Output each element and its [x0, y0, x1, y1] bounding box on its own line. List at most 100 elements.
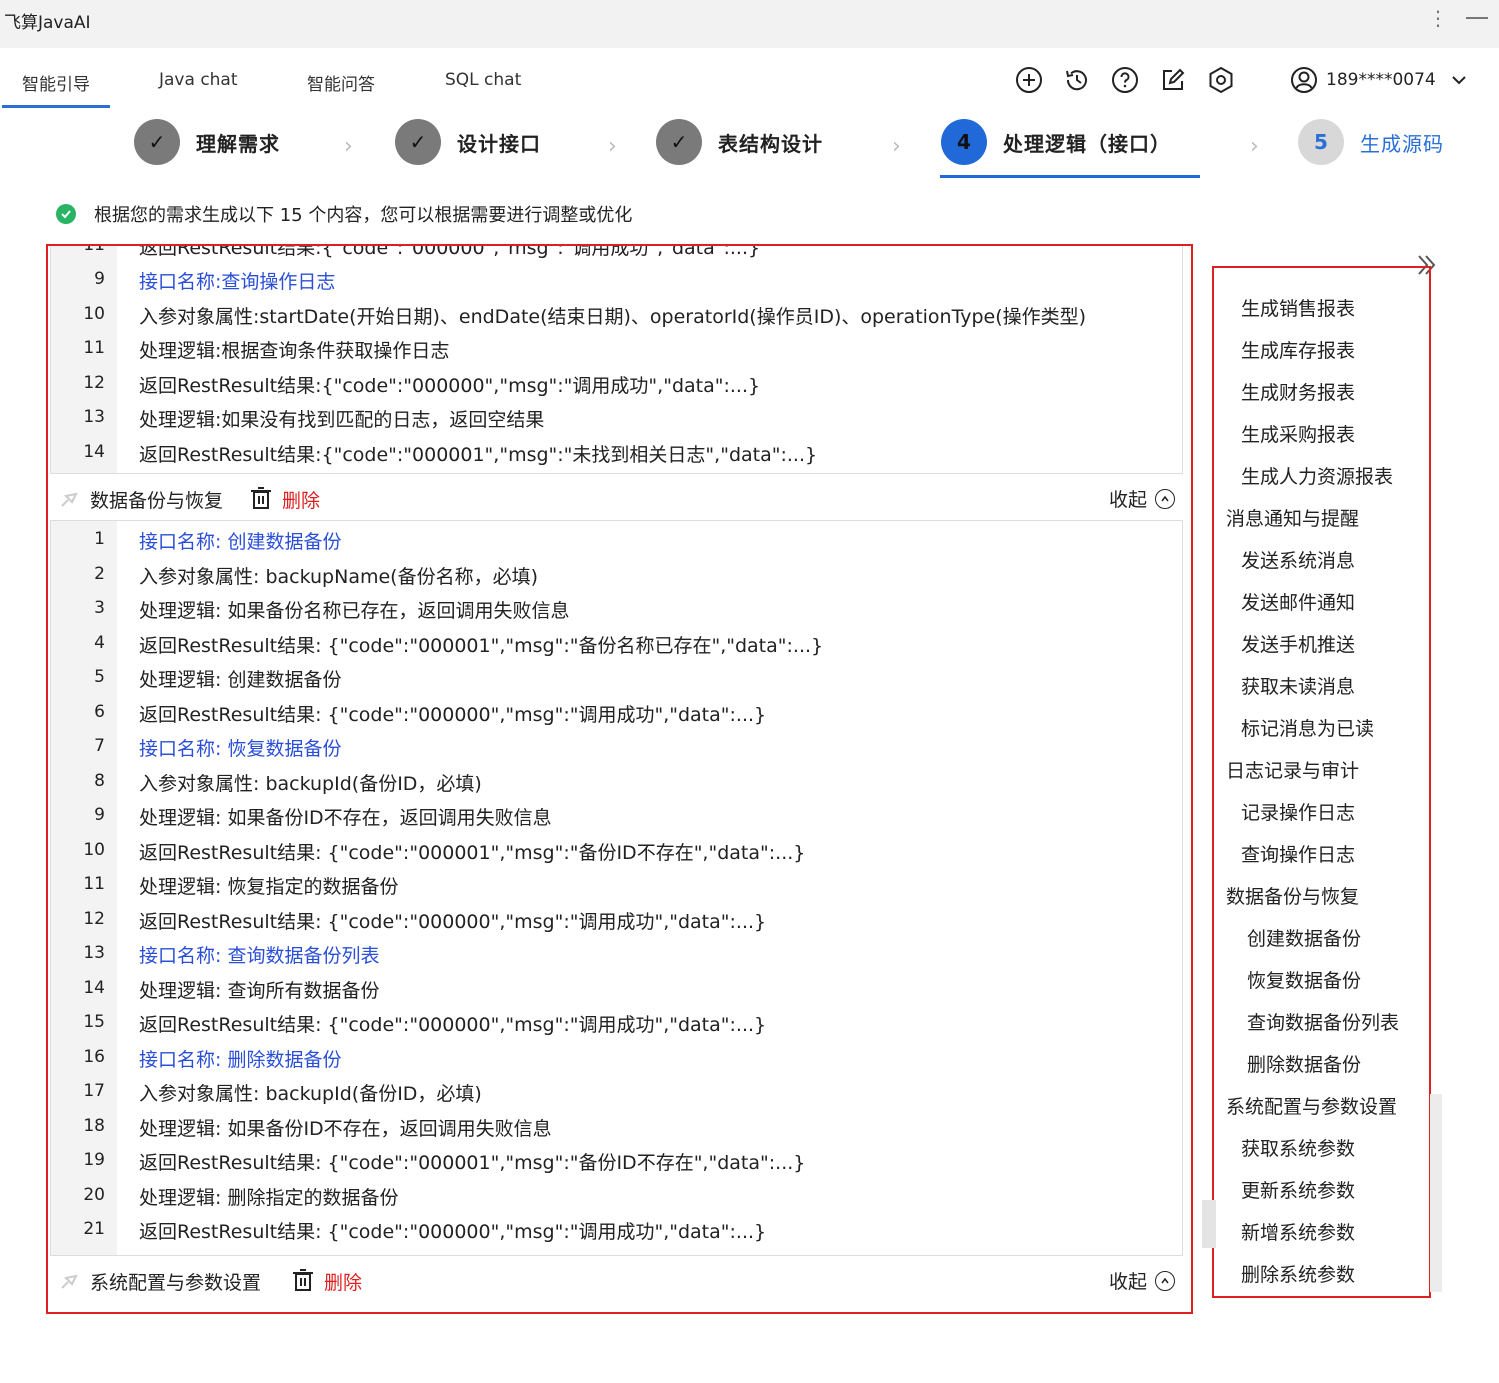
code-line[interactable]: 12 返回RestResult结果: {"code":"000000","msg"…: [51, 903, 1182, 937]
outline-item[interactable]: 发送邮件通知: [1241, 588, 1355, 615]
code-line[interactable]: 9 接口名称:查询操作日志: [51, 263, 1182, 297]
history-icon[interactable]: [1063, 66, 1091, 94]
code-line[interactable]: 5 处理逻辑: 创建数据备份: [51, 661, 1182, 695]
step-generate-source[interactable]: 5 生成源码: [1298, 118, 1444, 166]
outline-item[interactable]: 获取系统参数: [1241, 1134, 1355, 1161]
code-line-text: 接口名称: 创建数据备份: [139, 531, 342, 553]
code-line[interactable]: 3 处理逻辑: 如果备份名称已存在，返回调用失败信息: [51, 592, 1182, 626]
outline-item[interactable]: 标记消息为已读: [1241, 714, 1374, 741]
code-line[interactable]: 7 接口名称: 恢复数据备份: [51, 730, 1182, 764]
outline-group[interactable]: 系统配置与参数设置: [1226, 1092, 1397, 1119]
code-line[interactable]: 10 入参对象属性:startDate(开始日期)、endDate(结束日期)、o…: [51, 298, 1182, 332]
outline-item[interactable]: 生成销售报表: [1241, 294, 1355, 321]
pin-icon[interactable]: [58, 1270, 80, 1290]
user-menu[interactable]: 189****0074: [1290, 66, 1468, 94]
code-line[interactable]: 12 返回RestResult结果:{"code":"000000","msg":…: [51, 367, 1182, 401]
active-step-indicator: [940, 175, 1200, 178]
step-understand-requirements[interactable]: ✓ 理解需求: [134, 118, 280, 166]
chevron-down-icon[interactable]: [1450, 71, 1468, 89]
step-process-logic[interactable]: 4 处理逻辑（接口）: [941, 118, 1171, 166]
outline-item[interactable]: 查询操作日志: [1241, 840, 1355, 867]
collapse-button[interactable]: 收起: [1109, 485, 1175, 512]
outline-item[interactable]: 生成库存报表: [1241, 336, 1355, 363]
minimize-icon[interactable]: [1466, 17, 1488, 19]
outline-item[interactable]: 发送手机推送: [1241, 630, 1355, 657]
outline-group[interactable]: 日志记录与审计: [1226, 756, 1359, 783]
line-number: 3: [94, 598, 105, 618]
code-line-text: 处理逻辑: 删除指定的数据备份: [139, 1186, 399, 1209]
collapse-button[interactable]: 收起: [1109, 1267, 1175, 1294]
pin-icon[interactable]: [58, 488, 80, 508]
code-line[interactable]: 17 入参对象属性: backupId(备份ID，必填): [51, 1075, 1182, 1109]
line-number: 11: [83, 338, 105, 358]
title-bar: 飞算JavaAI ⋮: [0, 0, 1499, 48]
code-line[interactable]: 1 接口名称: 创建数据备份: [51, 523, 1182, 557]
code-line[interactable]: 16 接口名称: 删除数据备份: [51, 1041, 1182, 1075]
tab-smart-guide[interactable]: 智能引导: [22, 70, 90, 95]
code-line[interactable]: 10 返回RestResult结果: {"code":"000001","msg"…: [51, 834, 1182, 868]
code-line[interactable]: 2 入参对象属性: backupName(备份名称，必填): [51, 558, 1182, 592]
outline-item[interactable]: 记录操作日志: [1241, 798, 1355, 825]
content-scrollbar[interactable]: [1202, 1200, 1216, 1248]
code-block-log-audit[interactable]: 11 返回RestResult结果:{"code":"000000","msg"…: [50, 244, 1183, 474]
trash-icon[interactable]: [250, 486, 272, 510]
code-line[interactable]: 21 返回RestResult结果: {"code":"000000","msg"…: [51, 1213, 1182, 1247]
line-number: 12: [83, 372, 105, 393]
line-number: 20: [83, 1184, 105, 1205]
code-line[interactable]: 11 处理逻辑:根据查询条件获取操作日志: [51, 332, 1182, 366]
code-line[interactable]: 14 处理逻辑: 查询所有数据备份: [51, 972, 1182, 1006]
code-line[interactable]: 8 入参对象属性: backupId(备份ID，必填): [51, 765, 1182, 799]
code-line[interactable]: 15 返回RestResult结果: {"code":"000000","msg"…: [51, 1006, 1182, 1040]
settings-icon[interactable]: [1207, 66, 1235, 94]
step-design-interface[interactable]: ✓ 设计接口: [395, 118, 541, 166]
trash-icon[interactable]: [292, 1268, 314, 1292]
code-line[interactable]: 20 处理逻辑: 删除指定的数据备份: [51, 1179, 1182, 1213]
tab-smart-qa[interactable]: 智能问答: [307, 70, 375, 95]
code-block-backup[interactable]: 1 接口名称: 创建数据备份 2 入参对象属性: backupName(备份名称，必填…: [50, 520, 1183, 1256]
help-icon[interactable]: [1111, 66, 1139, 94]
delete-button[interactable]: 删除: [324, 1268, 362, 1295]
outline-item[interactable]: 生成财务报表: [1241, 378, 1355, 405]
outline-scrollbar[interactable]: [1430, 1094, 1442, 1292]
step-table-design[interactable]: ✓ 表结构设计: [656, 118, 823, 166]
chevron-right-icon: ›: [892, 134, 901, 159]
summary-text: 根据您的需求生成以下 15 个内容，您可以根据需要进行调整或优化: [94, 205, 633, 226]
outline-item[interactable]: 恢复数据备份: [1247, 966, 1361, 993]
outline-item[interactable]: 更新系统参数: [1241, 1176, 1355, 1203]
outline-item[interactable]: 创建数据备份: [1247, 924, 1361, 951]
tab-sql-chat[interactable]: SQL chat: [445, 70, 521, 90]
step-check-icon: ✓: [134, 119, 180, 165]
code-line-text: 返回RestResult结果:{"code":"000000","msg":"调…: [139, 244, 761, 259]
outline-item[interactable]: 生成采购报表: [1241, 420, 1355, 447]
outline-item[interactable]: 删除数据备份: [1247, 1050, 1361, 1077]
tab-java-chat[interactable]: Java chat: [159, 70, 238, 90]
outline-group[interactable]: 数据备份与恢复: [1226, 882, 1359, 909]
outline-item[interactable]: 发送系统消息: [1241, 546, 1355, 573]
more-options-icon[interactable]: ⋮: [1428, 6, 1448, 30]
logic-content-panel[interactable]: 11 返回RestResult结果:{"code":"000000","msg"…: [46, 244, 1193, 1314]
code-line[interactable]: 4 返回RestResult结果: {"code":"000001","msg":…: [51, 627, 1182, 661]
outline-item[interactable]: 删除系统参数: [1241, 1260, 1355, 1287]
outline-item[interactable]: 生成人力资源报表: [1241, 462, 1393, 489]
outline-item[interactable]: 获取未读消息: [1241, 672, 1355, 699]
code-line-text: 接口名称: 恢复数据备份: [139, 738, 342, 760]
code-line[interactable]: 6 返回RestResult结果: {"code":"000000","msg":…: [51, 696, 1182, 730]
code-line-text: 入参对象属性:startDate(开始日期)、endDate(结束日期)、ope…: [139, 305, 1087, 328]
code-line[interactable]: 9 处理逻辑: 如果备份ID不存在，返回调用失败信息: [51, 799, 1182, 833]
edit-icon[interactable]: [1159, 66, 1187, 94]
outline-item[interactable]: 新增系统参数: [1241, 1218, 1355, 1245]
code-line[interactable]: 14 返回RestResult结果:{"code":"000001","msg":…: [51, 436, 1182, 470]
outline-group[interactable]: 消息通知与提醒: [1226, 504, 1359, 531]
code-line[interactable]: 13 接口名称: 查询数据备份列表: [51, 937, 1182, 971]
plus-circle-icon[interactable]: [1015, 66, 1043, 94]
code-line[interactable]: 11 处理逻辑: 恢复指定的数据备份: [51, 868, 1182, 902]
code-line-text: 入参对象属性: backupId(备份ID，必填): [139, 1083, 482, 1105]
line-number: 17: [83, 1081, 105, 1101]
code-line[interactable]: 18 处理逻辑: 如果备份ID不存在，返回调用失败信息: [51, 1110, 1182, 1144]
outline-item[interactable]: 查询数据备份列表: [1247, 1008, 1399, 1035]
code-line[interactable]: 19 返回RestResult结果: {"code":"000001","msg"…: [51, 1144, 1182, 1178]
delete-button[interactable]: 删除: [282, 486, 320, 513]
code-line[interactable]: 13 处理逻辑:如果没有找到匹配的日志，返回空结果: [51, 401, 1182, 435]
code-line-text: 返回RestResult结果: {"code":"000000","msg":"…: [139, 703, 767, 726]
line-number: 4: [94, 632, 105, 653]
